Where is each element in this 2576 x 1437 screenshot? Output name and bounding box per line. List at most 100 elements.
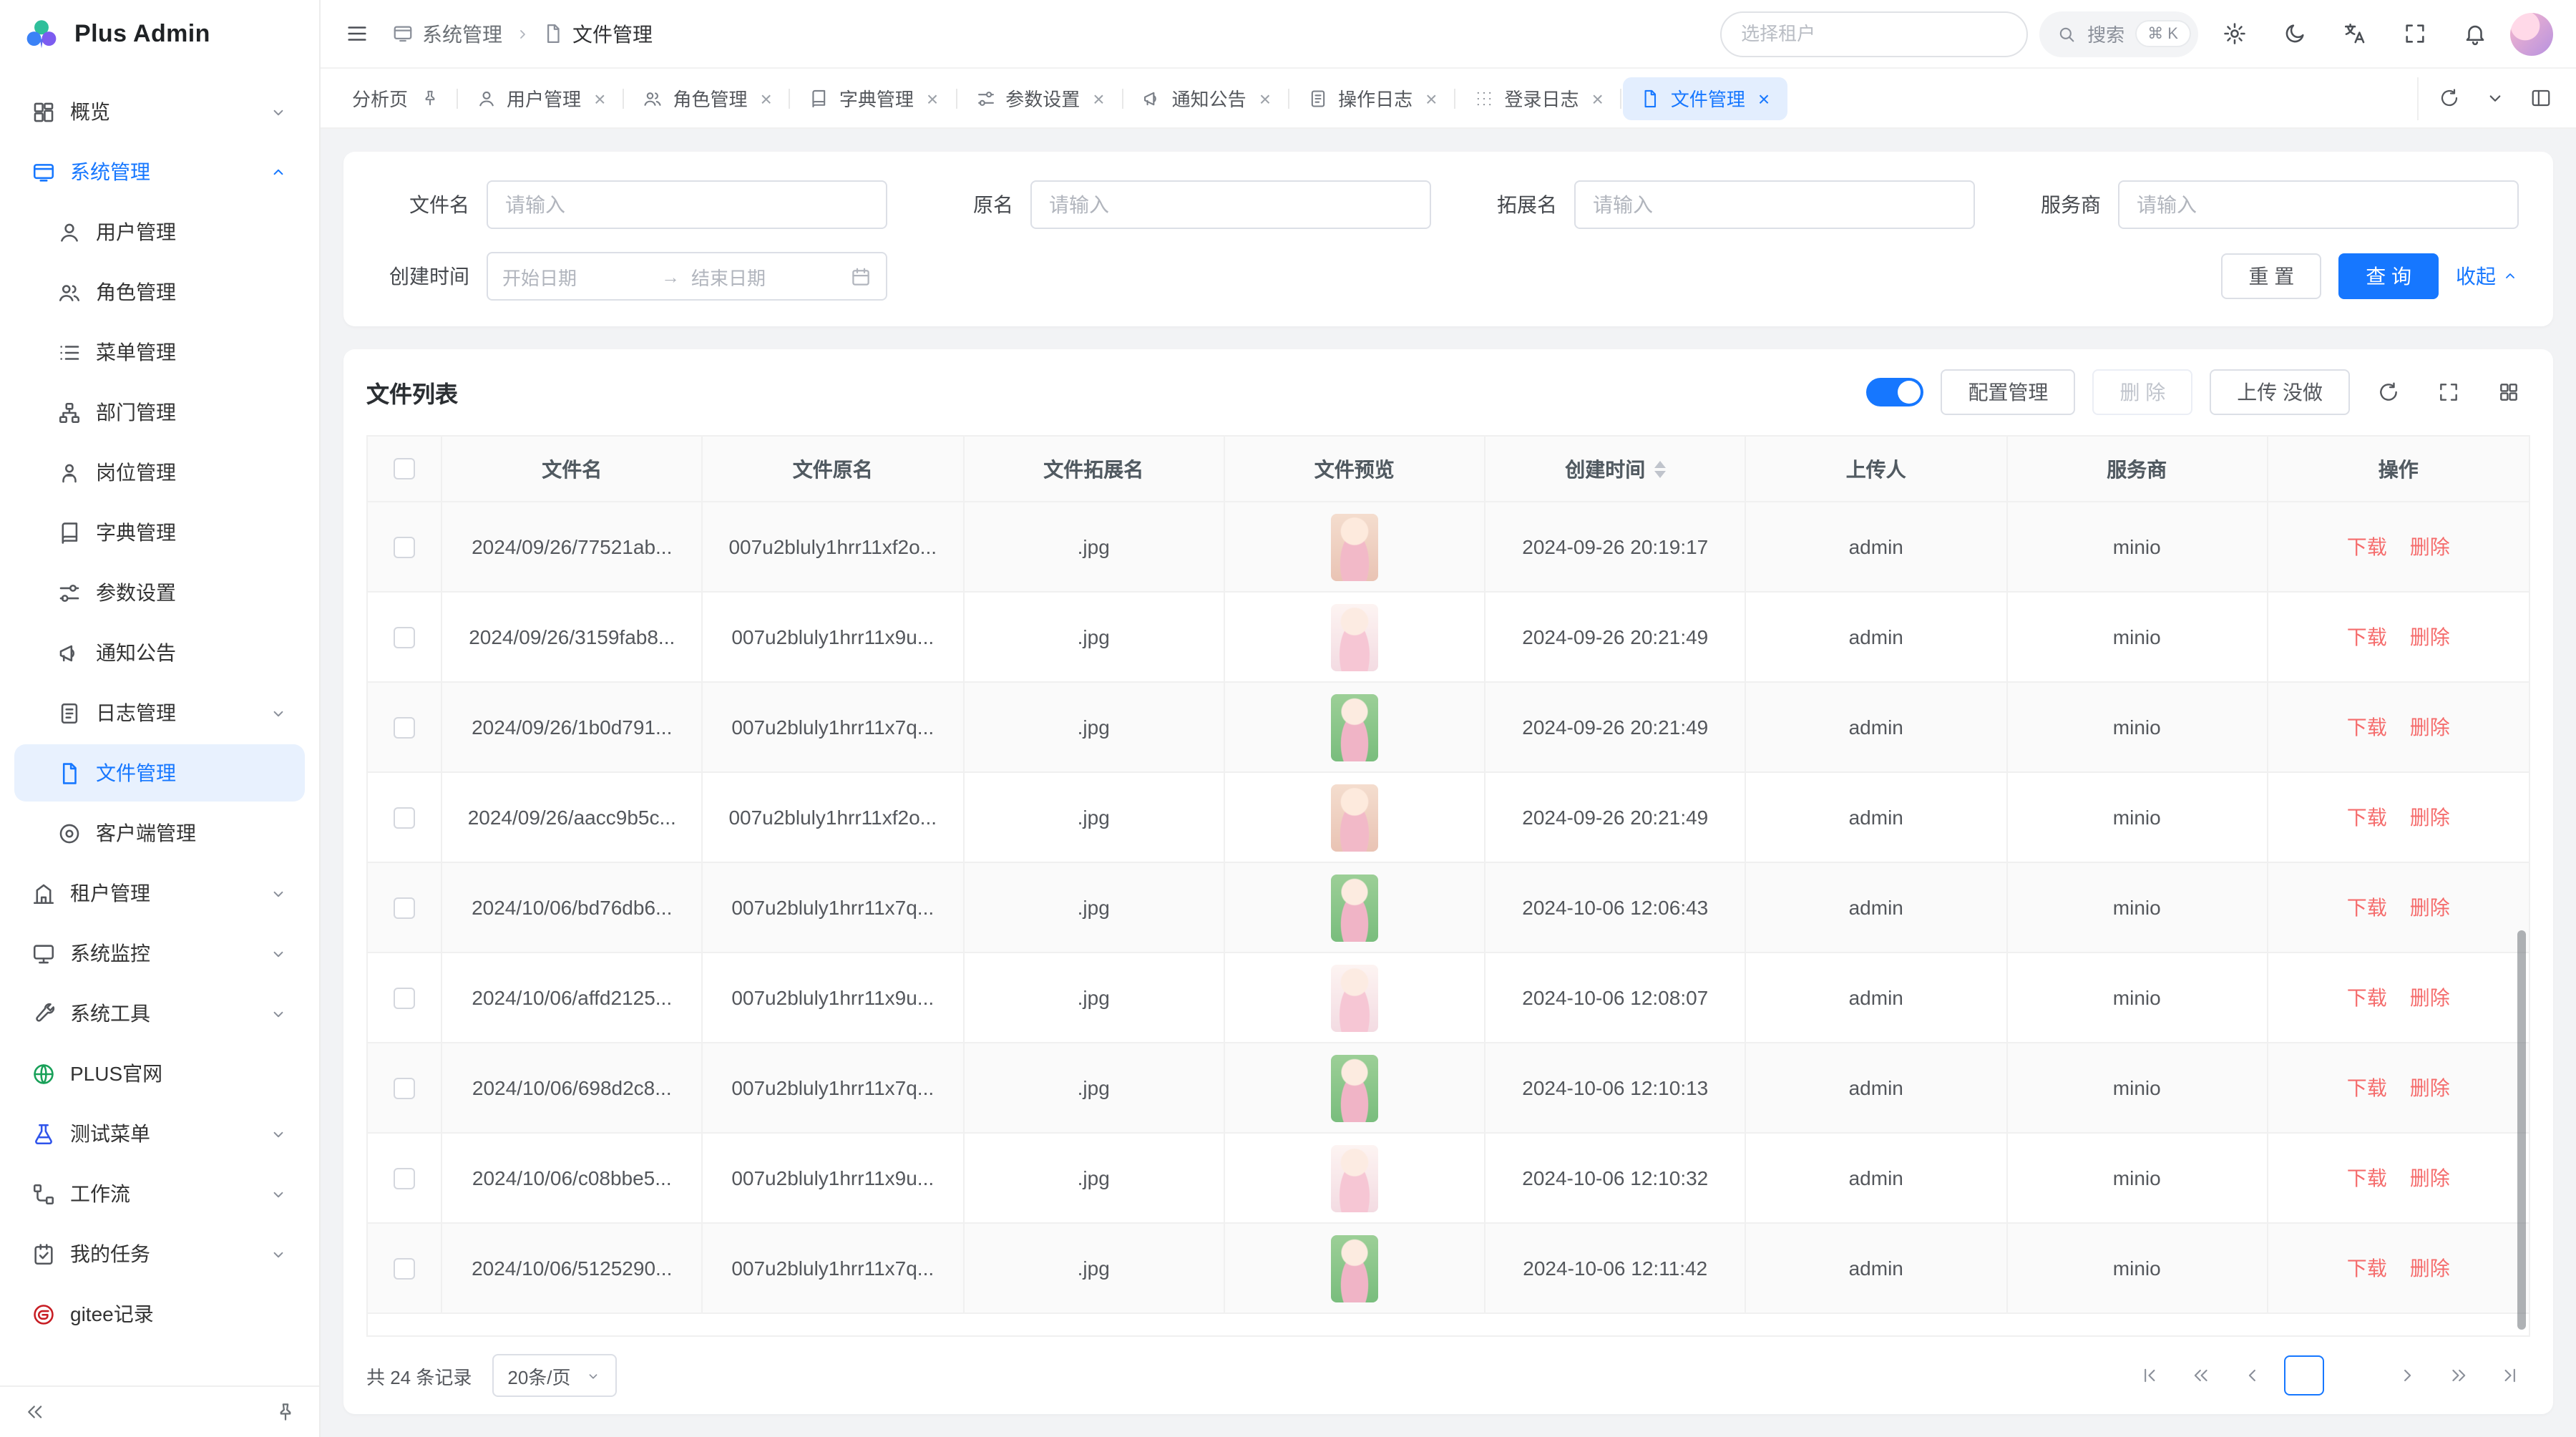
download-link[interactable]: 下载 xyxy=(2347,983,2387,1012)
table-fullscreen-button[interactable] xyxy=(2427,371,2470,414)
reset-button[interactable]: 重 置 xyxy=(2221,253,2321,299)
last-page-button[interactable] xyxy=(2490,1355,2530,1395)
sidebar-item[interactable]: 用户管理 xyxy=(14,203,305,260)
delete-link[interactable]: 删除 xyxy=(2410,1164,2450,1192)
page-size-select[interactable]: 20条/页 xyxy=(492,1354,616,1397)
tab[interactable]: 操作日志 × xyxy=(1291,77,1454,120)
row-checkbox[interactable] xyxy=(394,897,415,918)
page-number-button[interactable] xyxy=(2336,1355,2376,1395)
close-icon[interactable]: × xyxy=(1592,88,1604,108)
row-checkbox[interactable] xyxy=(394,1257,415,1279)
notifications-button[interactable] xyxy=(2450,9,2499,58)
refresh-table-button[interactable] xyxy=(2367,371,2410,414)
prev-page-button[interactable] xyxy=(2233,1355,2273,1395)
breadcrumb-item-system[interactable]: 系统管理 xyxy=(392,19,502,48)
download-link[interactable]: 下载 xyxy=(2347,893,2387,922)
file-preview-thumbnail[interactable] xyxy=(1331,603,1378,671)
delete-link[interactable]: 删除 xyxy=(2410,1073,2450,1102)
delete-link[interactable]: 删除 xyxy=(2410,623,2450,651)
sidebar-item[interactable]: 租户管理 xyxy=(14,864,305,922)
file-preview-thumbnail[interactable] xyxy=(1331,784,1378,851)
tab[interactable]: 分析页 × xyxy=(335,77,457,120)
close-icon[interactable]: × xyxy=(1259,88,1271,108)
column-header[interactable]: 上传人 xyxy=(1747,437,2008,502)
file-preview-thumbnail[interactable] xyxy=(1331,964,1378,1031)
sidebar-item[interactable]: 系统管理 xyxy=(14,143,305,200)
select-all-checkbox[interactable] xyxy=(394,458,415,479)
tab[interactable]: 字典管理 × xyxy=(792,77,955,120)
sidebar-item[interactable]: 通知公告 xyxy=(14,624,305,681)
sidebar-item[interactable]: 字典管理 xyxy=(14,504,305,561)
sidebar-item[interactable]: 系统工具 xyxy=(14,985,305,1042)
tab[interactable]: 参数设置 × xyxy=(958,77,1121,120)
sidebar-pin-button[interactable] xyxy=(268,1395,302,1429)
sidebar-item[interactable]: 部门管理 xyxy=(14,384,305,441)
delete-link[interactable]: 删除 xyxy=(2410,1254,2450,1282)
sidebar-item[interactable]: 日志管理 xyxy=(14,684,305,741)
collapse-filter-link[interactable]: 收起 xyxy=(2456,262,2519,291)
sidebar-item[interactable]: 系统监控 xyxy=(14,925,305,982)
sidebar-item[interactable]: 文件管理 xyxy=(14,744,305,802)
sidebar-item[interactable]: PLUS官网 xyxy=(14,1045,305,1102)
row-checkbox[interactable] xyxy=(394,1077,415,1099)
prev-pages-button[interactable] xyxy=(2181,1355,2221,1395)
delete-link[interactable]: 删除 xyxy=(2410,532,2450,561)
close-icon[interactable]: × xyxy=(927,88,938,108)
search-button[interactable]: 查 询 xyxy=(2338,253,2439,299)
download-link[interactable]: 下载 xyxy=(2347,1073,2387,1102)
settings-button[interactable] xyxy=(2210,9,2258,58)
sidebar-item[interactable]: 参数设置 xyxy=(14,564,305,621)
sidebar-item[interactable]: 工作流 xyxy=(14,1165,305,1222)
theme-toggle-button[interactable] xyxy=(2270,9,2318,58)
close-icon[interactable]: × xyxy=(1425,88,1437,108)
brand[interactable]: Plus Admin xyxy=(0,0,319,69)
date-range-picker[interactable]: 开始日期 → 结束日期 xyxy=(487,252,887,301)
avatar[interactable] xyxy=(2510,12,2553,55)
upload-button[interactable]: 上传 没做 xyxy=(2210,369,2350,415)
tab[interactable]: 文件管理 × xyxy=(1624,77,1787,120)
column-header[interactable]: 操作 xyxy=(2268,437,2529,502)
fullscreen-button[interactable] xyxy=(2390,9,2439,58)
next-pages-button[interactable] xyxy=(2439,1355,2479,1395)
first-page-button[interactable] xyxy=(2129,1355,2170,1395)
tab[interactable]: 登录日志 × xyxy=(1457,77,1620,120)
row-checkbox[interactable] xyxy=(394,807,415,828)
language-button[interactable] xyxy=(2330,9,2379,58)
tab[interactable]: 角色管理 × xyxy=(625,77,789,120)
row-checkbox[interactable] xyxy=(394,536,415,557)
next-page-button[interactable] xyxy=(2387,1355,2427,1395)
sort-caret-icon[interactable] xyxy=(1654,460,1665,477)
sidebar-item[interactable]: 角色管理 xyxy=(14,263,305,321)
delete-link[interactable]: 删除 xyxy=(2410,983,2450,1012)
download-link[interactable]: 下载 xyxy=(2347,532,2387,561)
global-search[interactable]: 搜索 ⌘ K xyxy=(2039,11,2198,57)
sidebar-item[interactable]: 菜单管理 xyxy=(14,323,305,381)
filter-field-input[interactable] xyxy=(1574,180,1975,229)
tab-menu-button[interactable] xyxy=(2473,77,2516,120)
row-checkbox[interactable] xyxy=(394,1167,415,1189)
download-link[interactable]: 下载 xyxy=(2347,713,2387,741)
file-preview-thumbnail[interactable] xyxy=(1331,693,1378,761)
row-checkbox[interactable] xyxy=(394,716,415,738)
filter-field-input[interactable] xyxy=(1030,180,1431,229)
config-manage-button[interactable]: 配置管理 xyxy=(1941,369,2075,415)
tenant-select-input[interactable] xyxy=(1719,11,2027,57)
file-preview-thumbnail[interactable] xyxy=(1331,874,1378,941)
filter-field-input[interactable] xyxy=(487,180,887,229)
file-preview-thumbnail[interactable] xyxy=(1331,513,1378,580)
menu-toggle-button[interactable] xyxy=(332,9,381,58)
page-number-button[interactable] xyxy=(2284,1355,2324,1395)
column-header[interactable]: 创建时间 xyxy=(1485,437,1747,502)
close-icon[interactable]: × xyxy=(594,88,605,108)
sidebar-item[interactable]: gitee记录 xyxy=(14,1285,305,1343)
column-header[interactable]: 文件拓展名 xyxy=(964,437,1225,502)
download-link[interactable]: 下载 xyxy=(2347,1254,2387,1282)
row-checkbox[interactable] xyxy=(394,987,415,1008)
breadcrumb-item-file[interactable]: 文件管理 xyxy=(542,19,653,48)
sidebar-collapse-button[interactable] xyxy=(17,1395,52,1429)
toolbar-toggle-switch[interactable] xyxy=(1866,378,1923,406)
file-preview-thumbnail[interactable] xyxy=(1331,1234,1378,1302)
file-preview-thumbnail[interactable] xyxy=(1331,1054,1378,1121)
file-preview-thumbnail[interactable] xyxy=(1331,1144,1378,1212)
table-scrollbar[interactable] xyxy=(2517,931,2526,1330)
